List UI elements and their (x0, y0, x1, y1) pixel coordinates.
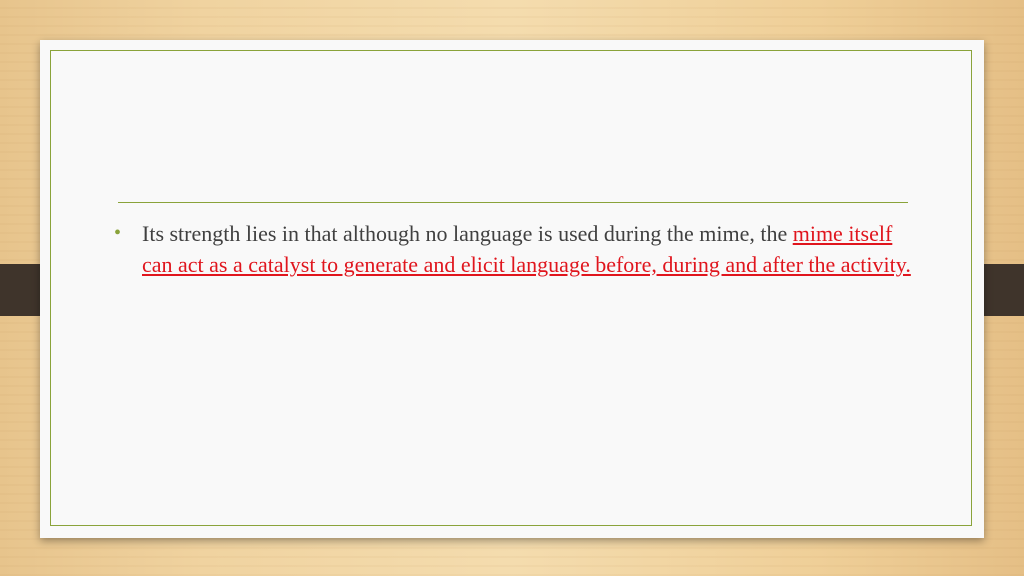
title-divider-line (118, 202, 908, 203)
slide-body: • Its strength lies in that although no … (112, 218, 912, 280)
bullet-plain-text: Its strength lies in that although no la… (142, 221, 793, 246)
slide-inner-border (50, 50, 972, 526)
bullet-text: Its strength lies in that although no la… (142, 218, 912, 280)
slide-card: • Its strength lies in that although no … (40, 40, 984, 538)
bullet-dot-icon: • (114, 222, 122, 244)
bullet-item: • Its strength lies in that although no … (112, 218, 912, 280)
